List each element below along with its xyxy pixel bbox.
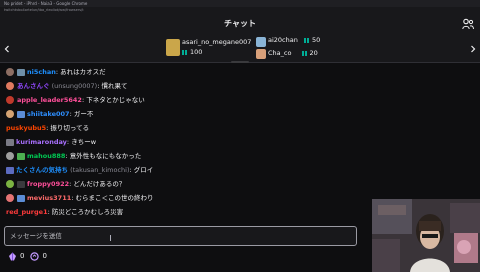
gift-icon: [182, 48, 187, 55]
chat-username[interactable]: あんさんぐ: [17, 82, 50, 90]
chat-username[interactable]: ni5chan: [27, 68, 56, 76]
channel-points-icon[interactable]: [30, 251, 40, 261]
chat-login-name: (unsung0007): [51, 82, 98, 90]
chat-message: ni5chan: あれはカオスだ: [6, 66, 106, 78]
chat-message: kurimaronday: きちーw: [6, 136, 96, 148]
chat-username[interactable]: apple_leader5642: [17, 96, 82, 104]
gift-icon: [301, 49, 307, 56]
chat-header: チャット: [0, 13, 480, 35]
chat-message-input[interactable]: [10, 230, 350, 242]
chat-text: きちーw: [71, 138, 97, 146]
chat-input-box[interactable]: [4, 226, 357, 246]
chat-username[interactable]: shiitake007: [27, 110, 70, 118]
leader-entry-2[interactable]: ai20chan 50: [268, 35, 320, 46]
chat-message: froppy0922: どんだけあるの？: [6, 178, 125, 190]
leader-entry-3[interactable]: Cha_co 20: [268, 48, 318, 59]
bits-count: 0: [20, 252, 25, 260]
leader-gifts-1: 100: [182, 47, 202, 58]
chat-title: チャット: [224, 19, 256, 28]
community-users-icon[interactable]: [462, 18, 474, 30]
user-avatar: [6, 180, 14, 188]
user-avatar: [6, 96, 14, 104]
chat-message: puskyubu5: 振り切ってる: [6, 124, 90, 132]
chat-message: あんさんぐ (unsung0007): 慣れ果て: [6, 80, 127, 92]
chat-text: ガー不: [73, 110, 94, 118]
chat-message-list[interactable]: ni5chan: あれはカオスだ あんさんぐ (unsung0007): 慣れ果…: [0, 66, 372, 224]
channel-points-count: 0: [42, 252, 47, 260]
chat-message: apple_leader5642: 下ネタとかじゃない: [6, 94, 145, 106]
user-avatar: [6, 110, 14, 118]
user-avatar: [6, 82, 14, 90]
chat-text: 防災どころかむしろ災害: [51, 208, 124, 216]
chat-username[interactable]: mevius3711: [27, 194, 71, 202]
chat-text: 慣れ果て: [101, 82, 128, 90]
chat-username[interactable]: red_purge1: [6, 208, 48, 216]
mouse-cursor: [110, 235, 111, 241]
chat-message: shiitake007: ガー不: [6, 108, 93, 120]
user-avatar: [6, 152, 14, 160]
triangle-badge-icon: [6, 166, 14, 174]
browser-titlebar: No pridet - iPhrd - Naia3 - Google Chrom…: [0, 0, 480, 7]
chat-message: red_purge1: 防災どころかむしろ災害: [6, 208, 124, 216]
chat-text: 下ネタとかじゃない: [86, 96, 145, 104]
chat-text: 意外性もなにもなかった: [69, 152, 142, 160]
chat-username[interactable]: froppy0922: [27, 180, 69, 188]
leader-avatar-3: [256, 49, 266, 59]
user-avatar: [6, 194, 14, 202]
subscriber-badge-icon: [6, 138, 14, 146]
subscriber-badge-icon: [17, 180, 25, 188]
chat-text: どんだけあるの？: [73, 180, 126, 188]
leader-avatar-1: [166, 39, 180, 56]
window-title: No pridet - iPhrd - Naia3 - Google Chrom…: [4, 1, 88, 6]
leader-avatar-2: [256, 37, 266, 47]
gift-icon: [303, 36, 309, 43]
chat-username[interactable]: たくさんの気持ち: [16, 166, 68, 174]
chat-username[interactable]: kurimaronday: [16, 138, 67, 146]
user-avatar: [6, 68, 14, 76]
leaderboard-collapse-handle[interactable]: [231, 61, 249, 63]
streamer-webcam-overlay: [372, 199, 480, 272]
chat-message: mevius3711: むらまこ＜この世の終わり: [6, 192, 154, 204]
subscriber-badge-icon: [17, 110, 25, 118]
subscriber-badge-icon: [17, 152, 25, 160]
chat-login-name: (takusan_kimochi): [70, 166, 130, 174]
chevron-right-icon[interactable]: [469, 45, 477, 53]
gift-leaderboard: asari_no_megane007 100 ai20chan 50 Cha_c…: [0, 35, 480, 63]
chat-message: たくさんの気持ち (takusan_kimochi): グロイ: [6, 164, 153, 176]
chevron-left-icon[interactable]: [3, 45, 11, 53]
chat-text: むらまこ＜この世の終わり: [75, 194, 154, 202]
chat-username[interactable]: mahou888: [27, 152, 65, 160]
chat-text: グロイ: [133, 166, 154, 174]
points-bar: 0 0: [8, 250, 53, 262]
chat-text: あれはカオスだ: [60, 68, 106, 76]
bits-icon[interactable]: [8, 252, 17, 261]
chat-username[interactable]: puskyubu5: [6, 124, 46, 132]
subscriber-badge-icon: [17, 68, 25, 76]
chat-message: mahou888: 意外性もなにもなかった: [6, 150, 141, 162]
subscriber-badge-icon: [17, 194, 25, 202]
chat-text: 振り切ってる: [50, 124, 90, 132]
